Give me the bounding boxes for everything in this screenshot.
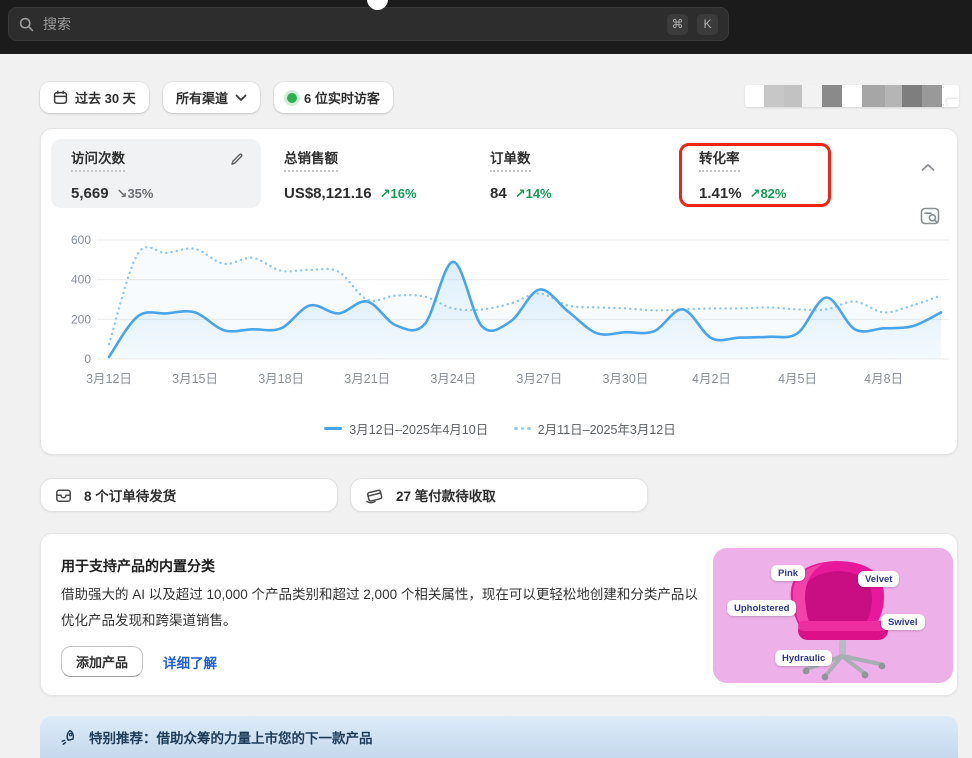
calendar-icon: [53, 90, 68, 105]
cmd-key-badge: ⌘: [667, 13, 688, 35]
banner-text: 特别推荐：借助众筹的力量上市您的下一款产品: [89, 731, 373, 746]
pink-chair-image: Pink Velvet Upholstered Swivel Hydraulic: [713, 548, 953, 683]
tag-pink: Pink: [771, 565, 806, 581]
metric-sessions-delta: ↘35%: [116, 186, 154, 201]
chevron-down-icon: [235, 94, 247, 102]
metric-total-sales[interactable]: 总销售额 US$8,121.16 ↗16%: [284, 147, 417, 202]
svg-text:4月5日: 4月5日: [778, 372, 817, 386]
svg-text:600: 600: [71, 233, 91, 247]
trend-up-icon: ↗: [379, 186, 391, 201]
channel-label: 所有渠道: [176, 91, 229, 106]
orders-to-fulfill-label: 8 个订单待发货: [84, 489, 177, 504]
live-indicator-dot: [287, 92, 297, 103]
metric-orders-label[interactable]: 订单数: [490, 147, 531, 172]
redacted-account-info[interactable]: [745, 85, 959, 107]
svg-text:3月24日: 3月24日: [430, 372, 476, 386]
payments-to-capture-button[interactable]: 27 笔付款待收取: [350, 478, 648, 512]
metric-sessions-label[interactable]: 访问次数: [71, 147, 125, 172]
analytics-overview-card: 访问次数 5,669 ↘35% 总销售额 US$8,121.16 ↗16% 订单…: [40, 128, 958, 455]
top-bar: 搜索 ⌘ K: [0, 0, 972, 54]
page-curl-decoration: [947, 99, 959, 107]
trend-up-icon: ↗: [749, 186, 761, 201]
promo-title: 用于支持产品的内置分类: [61, 558, 215, 574]
tag-hydraulic: Hydraulic: [775, 650, 833, 666]
metric-orders-delta: ↗14%: [514, 186, 552, 201]
metric-orders[interactable]: 订单数 84 ↗14%: [490, 147, 552, 202]
tag-upholstered: Upholstered: [727, 600, 797, 616]
svg-text:3月15日: 3月15日: [172, 372, 218, 386]
legend-current-period-label: 3月12日–2025年4月10日: [349, 423, 489, 437]
k-key-badge: K: [697, 13, 718, 35]
metric-conversion-rate-label[interactable]: 转化率: [699, 147, 740, 172]
orders-to-fulfill-button[interactable]: 8 个订单待发货: [40, 478, 338, 512]
channel-select-button[interactable]: 所有渠道: [163, 82, 261, 113]
product-taxonomy-promo-card: 用于支持产品的内置分类 借助强大的 AI 以及超过 10,000 个产品类别和超…: [40, 533, 958, 696]
live-visitors-button[interactable]: 6 位实时访客: [274, 82, 393, 113]
solid-line-swatch: [324, 427, 343, 430]
add-product-button[interactable]: 添加产品: [61, 646, 144, 677]
payments-to-capture-label: 27 笔付款待收取: [396, 489, 496, 504]
crowdfunding-banner[interactable]: 特别推荐：借助众筹的力量上市您的下一款产品: [40, 716, 958, 758]
payment-card-icon: [365, 487, 384, 504]
live-visitors-label: 6 位实时访客: [304, 91, 380, 106]
svg-text:3月30日: 3月30日: [602, 372, 648, 386]
search-icon: [19, 17, 34, 32]
date-range-label: 过去 30 天: [75, 91, 136, 106]
metric-conversion-rate-delta: ↗82%: [749, 186, 787, 201]
chart-legend: 3月12日–2025年4月10日 2月11日–2025年3月12日: [41, 419, 959, 438]
sessions-line-chart[interactable]: 0 200 400 600 3月12日 3月15日 3月18日 3月21日 3月24日 3月27日…: [41, 225, 959, 400]
collapse-chevron-up-icon[interactable]: [921, 163, 935, 172]
orders-box-icon: [55, 487, 72, 504]
learn-more-link[interactable]: 详细了解: [163, 652, 217, 672]
svg-text:3月27日: 3月27日: [516, 372, 562, 386]
date-range-button[interactable]: 过去 30 天: [40, 82, 149, 113]
metric-orders-value: 84: [490, 185, 507, 202]
metric-sessions-chip[interactable]: 访问次数 5,669 ↘35%: [51, 139, 261, 208]
metric-total-sales-label[interactable]: 总销售额: [284, 147, 338, 172]
legend-previous-period-label: 2月11日–2025年3月12日: [537, 423, 676, 437]
metric-total-sales-delta: ↗16%: [379, 186, 417, 201]
search-placeholder: 搜索: [43, 16, 71, 32]
tag-velvet: Velvet: [858, 571, 900, 587]
svg-text:4月2日: 4月2日: [692, 372, 731, 386]
svg-text:400: 400: [71, 273, 91, 287]
svg-text:0: 0: [84, 352, 91, 366]
legend-current-period[interactable]: 3月12日–2025年4月10日: [324, 419, 488, 438]
svg-text:200: 200: [71, 312, 91, 326]
rocket-icon: [60, 729, 77, 746]
metric-total-sales-value: US$8,121.16: [284, 185, 372, 202]
view-report-icon[interactable]: [919, 205, 941, 227]
svg-text:3月21日: 3月21日: [344, 372, 390, 386]
dotted-line-swatch: [514, 426, 531, 431]
metric-sessions: 访问次数 5,669 ↘35%: [71, 147, 281, 202]
metric-sessions-value: 5,669: [71, 185, 109, 202]
svg-text:3月12日: 3月12日: [86, 372, 132, 386]
legend-previous-period[interactable]: 2月11日–2025年3月12日: [514, 419, 676, 438]
tag-swivel: Swivel: [881, 614, 925, 630]
promo-body: 借助强大的 AI 以及超过 10,000 个产品类别和超过 2,000 个相关属…: [61, 587, 698, 629]
trend-up-icon: ↗: [514, 186, 526, 201]
svg-text:3月18日: 3月18日: [258, 372, 304, 386]
metric-conversion-rate-value: 1.41%: [699, 185, 742, 202]
metric-conversion-rate[interactable]: 转化率 1.41% ↗82%: [699, 147, 786, 202]
search-input[interactable]: 搜索 ⌘ K: [8, 7, 729, 41]
svg-text:4月8日: 4月8日: [864, 372, 903, 386]
trend-down-icon: ↘: [116, 186, 128, 201]
edit-pencil-icon[interactable]: [229, 151, 245, 167]
